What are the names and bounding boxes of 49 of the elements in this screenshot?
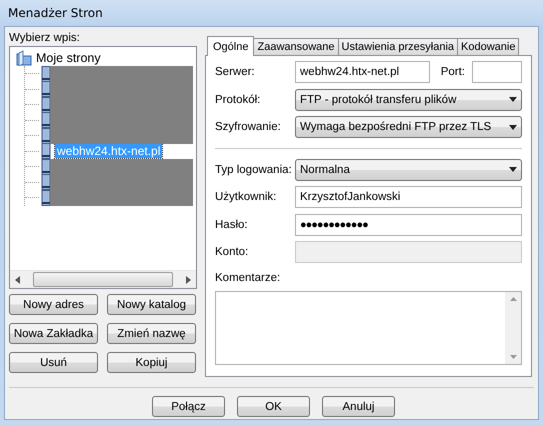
server-icon[interactable] <box>41 174 51 190</box>
tab[interactable]: Zaawansowane <box>253 38 339 55</box>
left-arrow-icon[interactable] <box>15 276 21 284</box>
tab[interactable]: Kodowanie <box>457 38 520 55</box>
tab[interactable]: Ogólne <box>207 36 254 56</box>
encryption-dropdown[interactable]: Wymaga bezpośredni FTP przez TLS <box>295 116 522 138</box>
window-title: Menadżer Stron <box>8 6 103 20</box>
server-icon[interactable] <box>41 190 51 206</box>
tree-item[interactable]: Moje strony <box>36 51 101 65</box>
list-label: Wybierz wpis: <box>9 31 81 45</box>
action-button[interactable]: Usuń <box>9 352 98 373</box>
server-field[interactable]: webhw24.htx-net.pl <box>295 61 430 83</box>
field-label: Komentarze: <box>215 272 282 286</box>
action-button[interactable]: Zmień nazwę <box>107 323 196 344</box>
horizontal-scrollbar[interactable] <box>10 270 196 288</box>
comments-field[interactable] <box>215 290 522 364</box>
tab[interactable]: Ustawienia przesyłania <box>338 38 458 55</box>
server-icon[interactable] <box>41 81 51 98</box>
right-arrow-icon[interactable] <box>185 276 191 284</box>
action-button[interactable]: Nowa Zakładka <box>9 323 98 344</box>
server-icon[interactable] <box>41 143 51 160</box>
server-icon[interactable] <box>41 158 51 175</box>
action-button[interactable]: Nowy adres <box>9 294 98 315</box>
field-label: Użytkownik: <box>215 191 278 203</box>
field-label: Konto: <box>215 246 250 258</box>
action-button[interactable]: Kopiuj <box>107 352 196 373</box>
dialog-button[interactable]: Połącz <box>152 396 225 417</box>
action-button[interactable]: Nowy katalog <box>107 294 196 315</box>
password-field[interactable]: ●●●●●●●●●●●● <box>295 214 522 236</box>
protocol-dropdown[interactable]: FTP - protokół transferu plików <box>295 88 522 110</box>
dialog-button[interactable]: Anuluj <box>322 396 395 417</box>
dialog-button[interactable]: OK <box>237 396 310 417</box>
server-icon[interactable] <box>41 112 51 128</box>
user-field[interactable]: KrzysztofJankowski <box>295 186 522 208</box>
field-label: Serwer: <box>215 66 256 78</box>
caret-icon <box>509 97 517 102</box>
folder-icon <box>16 50 32 66</box>
caret-icon <box>509 167 517 172</box>
field-label: Protokół: <box>215 94 262 106</box>
field-label: Hasło: <box>215 218 249 230</box>
caret-icon <box>509 124 517 130</box>
server-icon[interactable] <box>41 66 51 82</box>
field-label: Typ logowania: <box>215 164 293 176</box>
port-field[interactable] <box>472 61 522 83</box>
field-label: Port: <box>440 66 465 78</box>
field-label: Szyfrowanie: <box>215 121 282 133</box>
server-icon[interactable] <box>41 128 51 144</box>
logon-type-dropdown[interactable]: Normalna <box>295 158 522 180</box>
server-icon[interactable] <box>41 96 51 113</box>
